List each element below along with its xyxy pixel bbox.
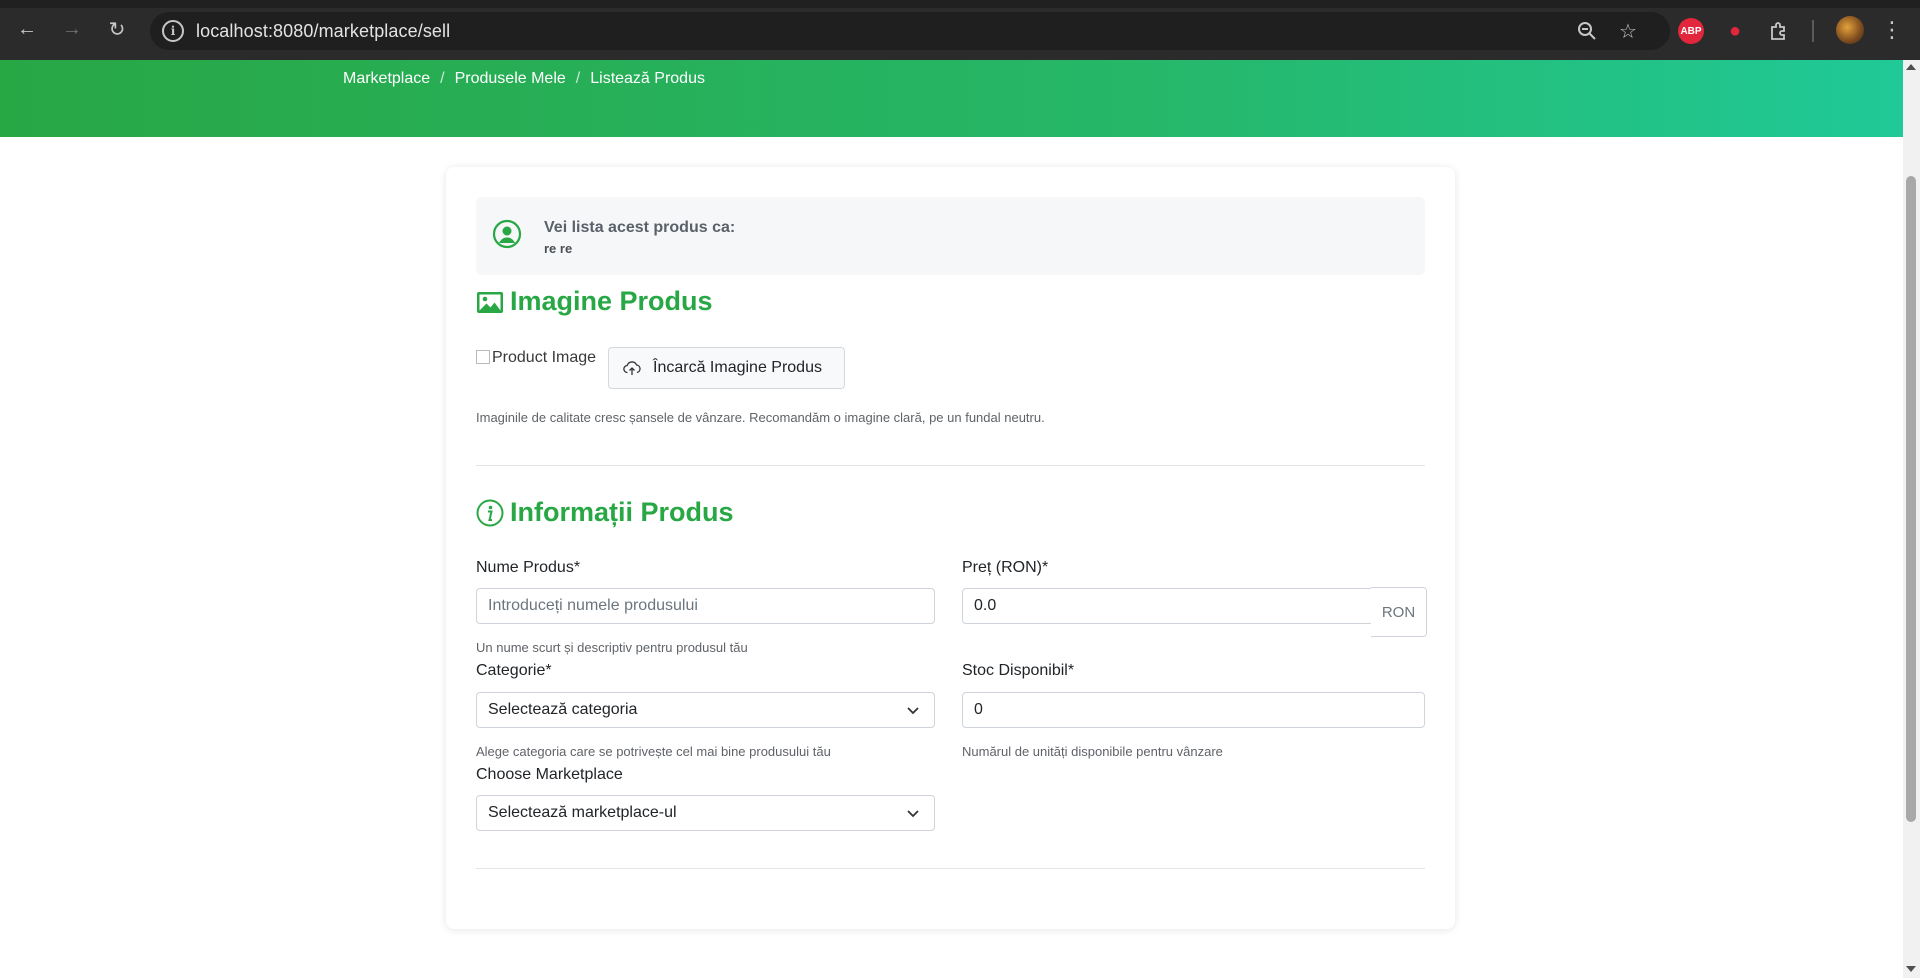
profile-avatar[interactable] (1836, 16, 1864, 44)
image-section-title-text: Imagine Produs (510, 286, 713, 316)
info-section-title: Informații Produs (476, 497, 734, 528)
product-image-alt: Product Image (492, 349, 597, 366)
back-arrow-icon[interactable]: ← (12, 14, 42, 44)
stock-label: Stoc Disponibil* (962, 662, 1075, 679)
broken-image-icon (476, 350, 490, 364)
seller-info-box: Vei lista acest produs ca: re re (476, 197, 1425, 275)
marketplace-select[interactable]: Selectează marketplace-ul (476, 795, 935, 831)
product-image-preview: Product Image (476, 349, 596, 367)
breadcrumb-my-products[interactable]: Produsele Mele (455, 70, 566, 88)
stock-help: Numărul de unități disponibile pentru vâ… (962, 744, 1223, 759)
scroll-up-arrow-icon[interactable] (1906, 64, 1916, 70)
price-currency-addon: RON (1371, 587, 1427, 637)
category-select[interactable]: Selectează categoria (476, 692, 935, 728)
tab-strip (0, 0, 1920, 8)
sell-form-card: Vei lista acest produs ca: re re Imagine… (446, 167, 1455, 929)
forward-arrow-icon[interactable]: → (57, 14, 87, 44)
marketplace-selected-value: Selectează marketplace-ul (488, 804, 677, 821)
seller-name: re re (544, 241, 573, 256)
zoom-icon[interactable] (1575, 19, 1599, 43)
price-input[interactable]: 0.0 (962, 588, 1372, 624)
breadcrumb-separator: / (440, 70, 445, 87)
breadcrumb-marketplace[interactable]: Marketplace (343, 70, 430, 88)
category-selected-value: Selectează categoria (488, 701, 638, 718)
breadcrumb-separator: / (575, 70, 581, 87)
reload-icon[interactable]: ↻ (102, 14, 132, 44)
url-text[interactable]: localhost:8080/marketplace/sell (196, 21, 450, 42)
extensions-puzzle-icon[interactable] (1766, 18, 1792, 44)
upload-image-button[interactable]: Încarcă Imagine Produs (608, 347, 845, 389)
scrollbar-thumb[interactable] (1906, 176, 1916, 822)
toolbar-separator (1812, 20, 1814, 42)
breadcrumb-list-product: Listează Produs (590, 70, 705, 87)
info-circle-icon (476, 499, 504, 526)
section-divider (476, 465, 1425, 466)
product-name-help: Un nume scurt și descriptiv pentru produ… (476, 640, 748, 655)
image-hint: Imaginile de calitate cresc șansele de v… (476, 410, 1045, 425)
upload-image-label: Încarcă Imagine Produs (653, 359, 822, 376)
page-header: Marketplace / Produsele Mele / Listează … (0, 60, 1903, 137)
extension-icon[interactable]: ● (1722, 18, 1748, 44)
address-bar[interactable]: i localhost:8080/marketplace/sell (150, 12, 1670, 50)
cloud-upload-icon (623, 361, 641, 375)
category-help: Alege categoria care se potrivește cel m… (476, 744, 831, 759)
section-divider (476, 868, 1425, 869)
category-label: Categorie* (476, 662, 552, 679)
product-name-input[interactable]: Introduceți numele produsului (476, 588, 935, 624)
chevron-down-icon (907, 707, 919, 715)
menu-kebab-icon[interactable]: ⋮ (1880, 16, 1904, 44)
bookmark-star-icon[interactable]: ☆ (1616, 19, 1640, 43)
adblock-extension-icon[interactable]: ABP (1678, 18, 1704, 44)
product-name-label: Nume Produs* (476, 559, 581, 576)
image-section-title: Imagine Produs (476, 286, 713, 317)
seller-title: Vei lista acest produs ca: (544, 219, 736, 236)
marketplace-label: Choose Marketplace (476, 766, 623, 783)
info-section-title-text: Informații Produs (510, 497, 734, 527)
breadcrumb: Marketplace / Produsele Mele / Listează … (343, 70, 705, 88)
browser-toolbar: ← → ↻ i localhost:8080/marketplace/sell … (0, 0, 1920, 60)
chevron-down-icon (907, 810, 919, 818)
scroll-down-arrow-icon[interactable] (1906, 966, 1916, 972)
image-icon (477, 291, 503, 313)
price-label: Preț (RON)* (962, 559, 1049, 576)
stock-input[interactable]: 0 (962, 692, 1425, 728)
user-circle-icon (492, 219, 522, 249)
site-info-icon[interactable]: i (162, 20, 184, 42)
